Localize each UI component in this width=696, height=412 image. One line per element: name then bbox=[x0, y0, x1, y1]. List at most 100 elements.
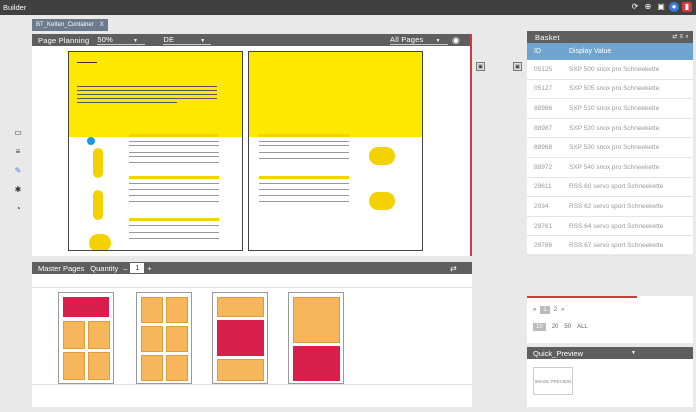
basket-tools-icon[interactable]: ⇄ ≡ ⌕ bbox=[672, 33, 689, 41]
user-icon[interactable]: ● bbox=[669, 2, 679, 12]
row-display-value: SXP 510 snox pro Schneekette bbox=[569, 104, 660, 112]
pdf-icon[interactable]: ▮ bbox=[682, 2, 692, 12]
wrench-icon[interactable]: ✎ bbox=[12, 166, 24, 185]
page-spread bbox=[68, 51, 423, 251]
row-id: 29761 bbox=[534, 222, 553, 230]
language-select[interactable]: DE ▼ bbox=[163, 35, 212, 45]
chevron-down-icon: ▼ bbox=[133, 38, 139, 44]
table-row[interactable]: 88972 SXP 540 snox pro Schneekette bbox=[527, 158, 693, 178]
row-id: 88986 bbox=[534, 104, 553, 112]
tab-bar: BT_Ketten_Container X bbox=[32, 18, 108, 31]
pagination-divider bbox=[527, 296, 637, 298]
table-row[interactable]: 29611 RSS 60 servo sport Schneekette bbox=[527, 178, 693, 198]
row-id: 88987 bbox=[534, 124, 553, 132]
chevron-down-icon: ▼ bbox=[435, 38, 441, 44]
catalog-page-right[interactable] bbox=[248, 51, 423, 251]
column-display-value[interactable]: Display Value bbox=[569, 48, 611, 55]
table-row[interactable]: 88986 SXP 510 snox pro Schneekette bbox=[527, 99, 693, 119]
app-title: Builder bbox=[3, 3, 27, 12]
page-size-20[interactable]: 20 bbox=[552, 324, 559, 330]
product-image bbox=[93, 148, 103, 178]
page-1-button[interactable]: 1 bbox=[540, 306, 550, 314]
table-row[interactable]: 88968 SXP 530 snox pro Schneekette bbox=[527, 138, 693, 158]
quick-preview-header[interactable]: Quick_Preview ▼ bbox=[527, 347, 693, 359]
row-id: 05127 bbox=[534, 85, 553, 93]
page-size-50[interactable]: 50 bbox=[564, 324, 571, 330]
page-size-10[interactable]: 10 bbox=[533, 323, 546, 331]
basket-title: Basket bbox=[535, 32, 560, 42]
badge-icon bbox=[87, 137, 95, 145]
quantity-input[interactable]: 1 bbox=[130, 263, 145, 273]
quantity-label: Quantity bbox=[90, 263, 119, 273]
quantity-minus-button[interactable]: – bbox=[123, 264, 127, 273]
table-row[interactable]: 88987 SXP 520 snox pro Schneekette bbox=[527, 119, 693, 139]
gear-icon[interactable]: ✱ bbox=[12, 185, 24, 204]
folder-icon[interactable]: ▭ bbox=[12, 128, 24, 147]
row-display-value: SXP 500 snox pro Schneekette bbox=[569, 65, 660, 73]
page-size-all[interactable]: ALL bbox=[577, 324, 588, 330]
page-planning-panel: Page Planning 50% ▼ DE ▼ All Pages ▼ ◉ bbox=[32, 34, 472, 256]
pages-filter-select[interactable]: All Pages ▼ bbox=[390, 35, 448, 45]
master-pages-panel: Master Pages Quantity – 1 + ⇄ bbox=[32, 262, 472, 407]
catalog-page-left[interactable] bbox=[68, 51, 243, 251]
master-pages-title: Master Pages bbox=[38, 263, 85, 273]
row-display-value: SXP 520 snox pro Schneekette bbox=[569, 124, 660, 132]
page-2-button[interactable]: 2 bbox=[554, 307, 557, 313]
template-2[interactable] bbox=[136, 292, 192, 384]
row-id: 29611 bbox=[534, 183, 552, 191]
table-row[interactable]: 29786 RSS 67 servo sport Schneekette bbox=[527, 236, 693, 256]
template-4[interactable] bbox=[288, 292, 344, 384]
chevron-down-icon: ▼ bbox=[631, 350, 636, 356]
table-row[interactable]: 05125 SXP 500 snox pro Schneekette bbox=[527, 60, 693, 80]
row-id: 88972 bbox=[534, 163, 553, 171]
page-header-block bbox=[249, 52, 422, 137]
app-titlebar: Builder ⟳ ⊕ ▣ ● ▮ bbox=[0, 0, 696, 15]
row-display-value: SXP 540 snox pro Schneekette bbox=[569, 163, 660, 171]
prev-page-button[interactable]: « bbox=[533, 307, 536, 313]
tab-close-button[interactable]: X bbox=[100, 19, 104, 31]
table-row[interactable]: 29761 RSS 64 servo sport Schneekette bbox=[527, 217, 693, 237]
zoom-value: 50% bbox=[97, 35, 114, 44]
basket-column-header: ID Display Value bbox=[527, 43, 693, 60]
page-planning-header: Page Planning 50% ▼ DE ▼ All Pages ▼ ◉ bbox=[32, 34, 470, 46]
tab-label: BT_Ketten_Container bbox=[36, 21, 94, 28]
save-icon[interactable]: ▣ bbox=[656, 2, 666, 12]
basket-rows: 05125 SXP 500 snox pro Schneekette 05127 SX… bbox=[527, 60, 693, 256]
row-id: 88968 bbox=[534, 144, 553, 152]
list-icon[interactable]: ≡ bbox=[12, 147, 24, 166]
history-icon[interactable]: ◔ bbox=[12, 204, 24, 223]
row-id: 05125 bbox=[534, 65, 553, 73]
template-1[interactable] bbox=[58, 292, 114, 384]
product-image bbox=[369, 192, 395, 210]
row-display-value: RSS 60 servo sport Schneekette bbox=[569, 183, 664, 191]
master-templates bbox=[32, 287, 472, 385]
globe-icon[interactable]: ⊕ bbox=[643, 2, 653, 12]
table-row[interactable]: 05127 SXP 505 snox pro Schneekette bbox=[527, 80, 693, 100]
pages-filter-value: All Pages bbox=[390, 35, 424, 44]
swap-icon[interactable]: ⇄ bbox=[450, 264, 457, 273]
layout-toggle-button[interactable]: ▣ bbox=[476, 62, 485, 71]
template-3[interactable] bbox=[212, 292, 268, 384]
page-planning-title: Page Planning bbox=[38, 35, 90, 45]
zoom-select[interactable]: 50% ▼ bbox=[97, 35, 146, 45]
column-id[interactable]: ID bbox=[527, 48, 569, 55]
left-nav: ▭ ≡ ✎ ✱ ◔ bbox=[12, 128, 24, 223]
basket-toggle-button[interactable]: ▣ bbox=[513, 62, 522, 71]
refresh-icon[interactable]: ⟳ bbox=[630, 2, 640, 12]
row-display-value: SXP 505 snox pro Schneekette bbox=[569, 85, 660, 93]
quick-preview-title: Quick_Preview bbox=[533, 348, 584, 358]
image-preview: IMAGE PREVIEW bbox=[533, 367, 573, 395]
row-display-value: RSS 64 servo sport Schneekette bbox=[569, 222, 664, 230]
table-row[interactable]: 2934 RSS 62 servo sport Schneekette bbox=[527, 197, 693, 217]
eye-icon[interactable]: ◉ bbox=[452, 35, 460, 46]
tab-container[interactable]: BT_Ketten_Container X bbox=[32, 18, 108, 31]
row-display-value: SXP 530 snox pro Schneekette bbox=[569, 144, 660, 152]
chevron-down-icon: ▼ bbox=[200, 38, 206, 44]
basket-header: Basket ⇄ ≡ ⌕ bbox=[527, 31, 693, 43]
next-page-button[interactable]: » bbox=[561, 307, 564, 313]
basket-pagination: « 1 2 » 10 20 50 ALL bbox=[527, 296, 693, 343]
quantity-plus-button[interactable]: + bbox=[147, 264, 151, 273]
row-display-value: RSS 67 servo sport Schneekette bbox=[569, 242, 664, 250]
row-display-value: RSS 62 servo sport Schneekette bbox=[569, 202, 664, 210]
product-image bbox=[93, 190, 103, 220]
